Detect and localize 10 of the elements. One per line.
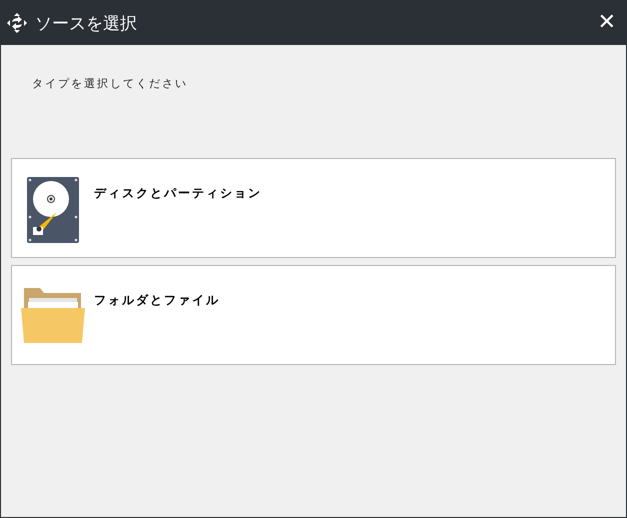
instruction-text: タイプを選択してください — [32, 76, 189, 92]
folder-icon — [21, 286, 85, 344]
arrows-icon — [7, 13, 27, 33]
hard-drive-icon — [27, 177, 79, 243]
window-title: ソースを選択 — [35, 12, 138, 34]
option-card[interactable]: ディスクとパーティション — [11, 158, 616, 258]
close-button[interactable]: ✕ — [590, 12, 624, 34]
option-label: フォルダとファイル — [94, 292, 220, 309]
option-card[interactable]: フォルダとファイル — [11, 265, 616, 365]
option-label: ディスクとパーティション — [94, 185, 262, 202]
